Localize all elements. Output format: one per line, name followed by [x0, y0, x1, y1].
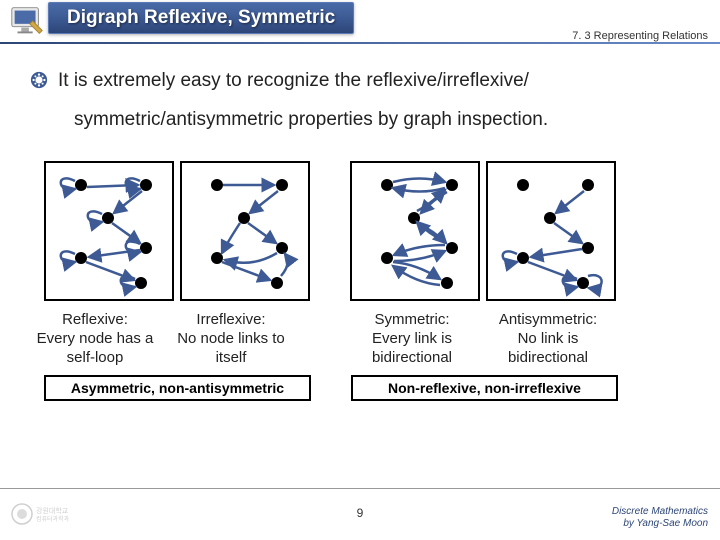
- bullet-icon: [30, 71, 48, 89]
- svg-text:강원대학교: 강원대학교: [36, 506, 69, 515]
- university-logo: 강원대학교 컴퓨터과학과: [10, 502, 80, 526]
- bullet-point: It is extremely easy to recognize the re…: [30, 68, 690, 95]
- irreflexive-body: No node links to itself: [177, 330, 285, 366]
- slide-header: Digraph Reflexive, Symmetric 7. 3 Repres…: [0, 0, 720, 50]
- symmetric-body: Every link is bidirectional: [372, 330, 452, 366]
- title-bar: Digraph Reflexive, Symmetric: [48, 2, 354, 34]
- left-subcaption: Asymmetric, non-antisymmetric: [44, 375, 311, 401]
- symmetric-title: Symmetric:: [375, 311, 450, 328]
- slide-title: Digraph Reflexive, Symmetric: [67, 7, 335, 29]
- antisymmetric-body: No link is bidirectional: [508, 330, 588, 366]
- svg-text:컴퓨터과학과: 컴퓨터과학과: [36, 515, 70, 523]
- header-divider: [0, 42, 720, 44]
- reflexive-caption: Reflexive: Every node has a self-loop: [30, 311, 160, 367]
- symmetric-diagram: [350, 161, 480, 301]
- credit: Discrete Mathematics by Yang-Sae Moon: [612, 506, 708, 530]
- reflexive-body: Every node has a self-loop: [37, 330, 154, 366]
- antisymmetric-title: Antisymmetric:: [499, 311, 597, 328]
- antisymmetric-caption: Antisymmetric: No link is bidirectional: [483, 311, 613, 367]
- irreflexive-caption: Irreflexive: No node links to itself: [166, 311, 296, 367]
- symmetric-caption: Symmetric: Every link is bidirectional: [347, 311, 477, 367]
- left-captions: Reflexive: Every node has a self-loop Ir…: [30, 311, 307, 367]
- diagram-row: [44, 161, 690, 301]
- antisymmetric-diagram: [486, 161, 616, 301]
- slide-body: It is extremely easy to recognize the re…: [0, 50, 720, 401]
- right-captions: Symmetric: Every link is bidirectional A…: [347, 311, 624, 367]
- irreflexive-title: Irreflexive:: [196, 311, 265, 328]
- reflexive-title: Reflexive:: [62, 311, 128, 328]
- captions-row: Reflexive: Every node has a self-loop Ir…: [30, 311, 690, 367]
- bullet-text-line2: symmetric/antisymmetric properties by gr…: [74, 107, 690, 134]
- bullet-text-line1: It is extremely easy to recognize the re…: [58, 68, 529, 95]
- page-number: 9: [357, 506, 364, 520]
- right-subcaption: Non-reflexive, non-irreflexive: [351, 375, 618, 401]
- section-label: 7. 3 Representing Relations: [572, 30, 708, 42]
- credit-line2: by Yang-Sae Moon: [623, 518, 708, 529]
- slide-footer: 강원대학교 컴퓨터과학과 9 Discrete Mathematics by Y…: [0, 494, 720, 534]
- right-pair: [350, 161, 616, 301]
- monitor-icon: [8, 2, 46, 40]
- irreflexive-diagram: [180, 161, 310, 301]
- reflexive-diagram: [44, 161, 174, 301]
- left-pair: [44, 161, 310, 301]
- subcaptions-row: Asymmetric, non-antisymmetric Non-reflex…: [44, 375, 690, 401]
- footer-divider: [0, 488, 720, 489]
- credit-line1: Discrete Mathematics: [612, 506, 708, 517]
